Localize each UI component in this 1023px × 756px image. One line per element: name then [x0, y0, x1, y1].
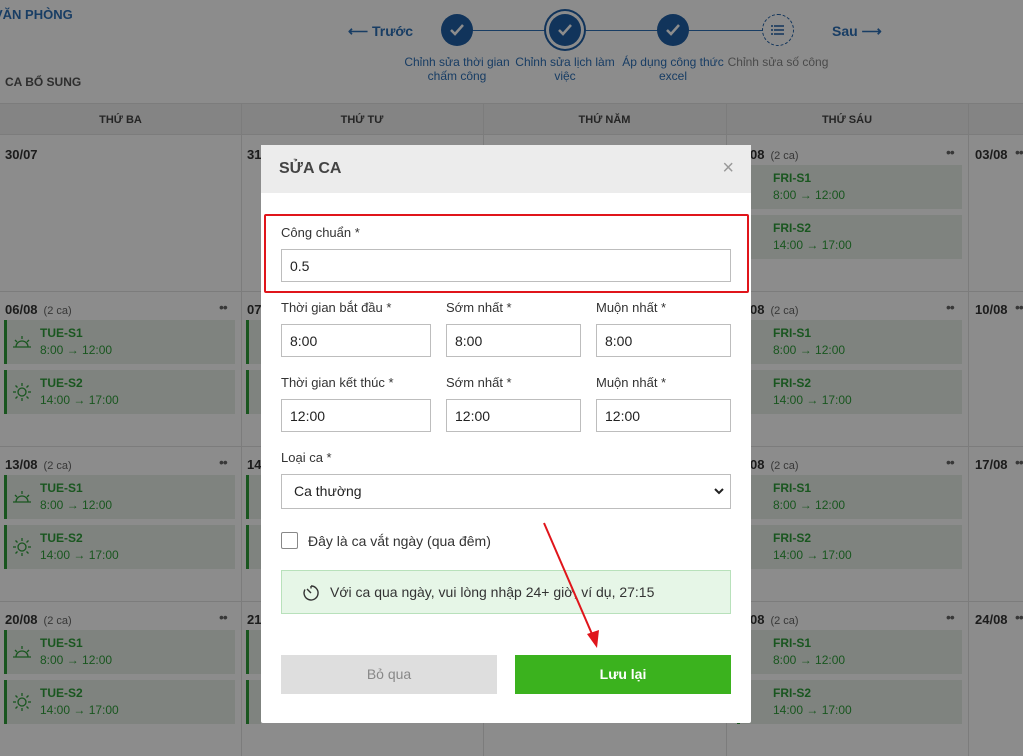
- hint-text: Với ca qua ngày, vui lòng nhập 24+ giờ, …: [330, 584, 655, 600]
- end-time-label: Thời gian kết thúc *: [281, 375, 394, 390]
- end-time-input[interactable]: [281, 399, 431, 432]
- dialog-title: SỬA CA: [279, 160, 342, 177]
- save-button[interactable]: Lưu lại: [515, 655, 731, 694]
- close-icon[interactable]: ×: [722, 157, 734, 180]
- edit-shift-dialog: SỬA CA × Công chuẩn * Thời gian bắt đầu …: [261, 145, 751, 723]
- end-earliest-input[interactable]: [446, 399, 581, 432]
- standard-work-label: Công chuẩn *: [281, 225, 360, 240]
- end-latest-input[interactable]: [596, 399, 731, 432]
- chevron-down-icon: [714, 475, 724, 508]
- end-latest-label: Muộn nhất *: [596, 375, 667, 390]
- overnight-checkbox[interactable]: [281, 532, 298, 549]
- overnight-label: Đây là ca vắt ngày (qua đêm): [308, 533, 491, 549]
- timer-icon: [303, 585, 319, 601]
- start-time-label: Thời gian bắt đầu *: [281, 300, 392, 315]
- shift-type-select[interactable]: Ca thường: [281, 474, 731, 509]
- start-time-input[interactable]: [281, 324, 431, 357]
- cancel-button[interactable]: Bỏ qua: [281, 655, 497, 694]
- shift-type-label: Loại ca *: [281, 450, 332, 465]
- standard-work-input[interactable]: [281, 249, 731, 282]
- start-latest-input[interactable]: [596, 324, 731, 357]
- dialog-header: SỬA CA ×: [261, 145, 751, 193]
- end-earliest-label: Sớm nhất *: [446, 375, 512, 390]
- shift-type-value: Ca thường: [294, 483, 362, 499]
- overnight-hint: Với ca qua ngày, vui lòng nhập 24+ giờ, …: [281, 570, 731, 614]
- start-earliest-label: Sớm nhất *: [446, 300, 512, 315]
- start-latest-label: Muộn nhất *: [596, 300, 667, 315]
- start-earliest-input[interactable]: [446, 324, 581, 357]
